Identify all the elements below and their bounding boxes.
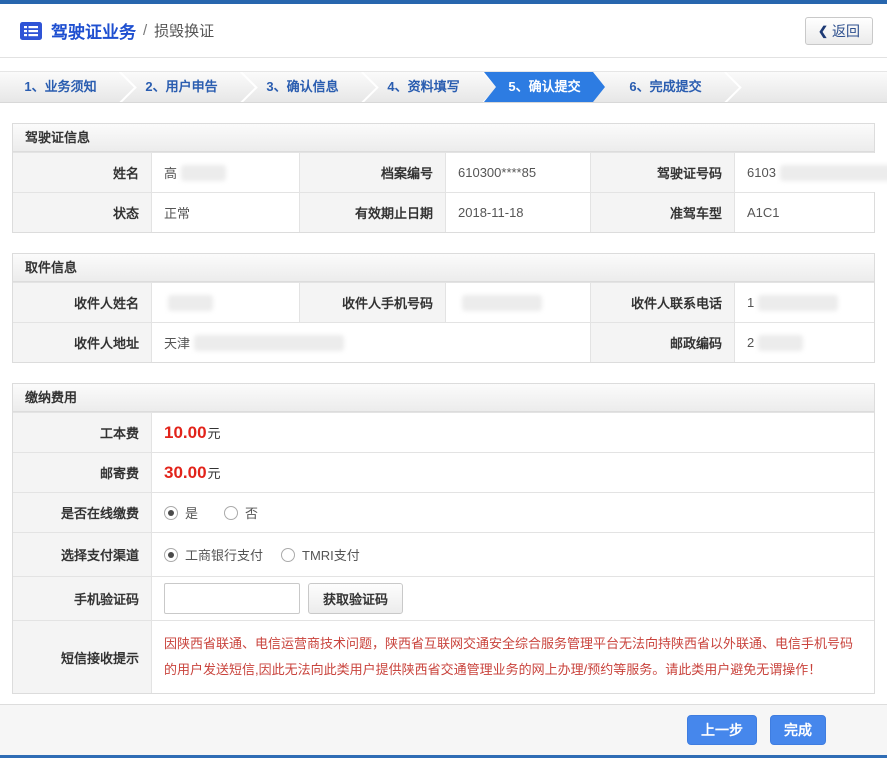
breadcrumb-current: 损毁换证 xyxy=(154,23,215,40)
production-fee-amount: 10.00 xyxy=(164,422,207,442)
production-fee-unit: 元 xyxy=(207,426,221,441)
step-5-confirm-submit-active: 5、确认提交 xyxy=(484,72,605,102)
license-number-value: 6103 xyxy=(734,153,887,192)
footer-action-bar: 上一步 完成 xyxy=(0,704,887,755)
redacted-blur xyxy=(758,294,839,311)
license-section-title: 驾驶证信息 xyxy=(13,124,874,152)
radio-channel-tmri[interactable]: TMRI支付 xyxy=(281,545,360,564)
table-row: 是否在线缴费 是 否 xyxy=(13,492,874,532)
name-label: 姓名 xyxy=(13,153,151,192)
table-row: 姓名 高 档案编号 610300****85 驾驶证号码 6103 xyxy=(13,152,887,192)
radio-channel-icbc[interactable]: 工商银行支付 xyxy=(164,545,263,564)
postage-fee-unit: 元 xyxy=(207,466,221,481)
page-header: 驾驶证业务 / 损毁换证 ❮ 返回 xyxy=(0,4,887,58)
redacted-blur xyxy=(194,334,345,351)
online-payment-label: 是否在线缴费 xyxy=(13,493,151,532)
sms-tip-text: 因陕西省联通、电信运营商技术问题，陕西省互联网交通安全综合服务管理平台无法向持陕… xyxy=(164,636,854,677)
postage-fee-value: 30.00 元 xyxy=(151,453,874,492)
redacted-blur xyxy=(168,294,213,311)
name-value: 高 xyxy=(151,153,299,192)
redacted-blur xyxy=(462,294,542,311)
table-row: 选择支付渠道 工商银行支付 TMRI支付 xyxy=(13,532,874,576)
radio-online-yes[interactable]: 是 xyxy=(164,503,198,522)
finish-button[interactable]: 完成 xyxy=(770,715,826,745)
sms-code-label: 手机验证码 xyxy=(13,577,151,620)
recipient-phone-value: 1 xyxy=(734,283,874,322)
step-1-business-notice: 1、业务须知 xyxy=(0,72,121,102)
vehicle-class-value: A1C1 xyxy=(734,193,874,232)
breadcrumb-separator: / xyxy=(143,22,148,39)
postage-fee-label: 邮寄费 xyxy=(13,453,151,492)
radio-online-no[interactable]: 否 xyxy=(224,503,258,522)
status-label: 状态 xyxy=(13,193,151,232)
step-6-finish-submit: 6、完成提交 xyxy=(605,72,726,102)
table-row: 收件人姓名 收件人手机号码 收件人联系电话 1 xyxy=(13,282,874,322)
recipient-name-label: 收件人姓名 xyxy=(13,283,151,322)
production-fee-value: 10.00 元 xyxy=(151,413,874,452)
license-info-section: 驾驶证信息 姓名 高 档案编号 610300****85 驾驶证号码 6103 … xyxy=(12,123,887,233)
radio-online-yes-label: 是 xyxy=(185,506,199,521)
radio-unchecked-icon[interactable] xyxy=(281,547,296,562)
status-value: 正常 xyxy=(151,193,299,232)
sms-tip-cell: 因陕西省联通、电信运营商技术问题，陕西省互联网交通安全综合服务管理平台无法向持陕… xyxy=(151,621,874,693)
file-number-value: 610300****85 xyxy=(445,153,590,192)
radio-checked-icon[interactable] xyxy=(164,547,178,562)
pickup-info-section: 取件信息 收件人姓名 收件人手机号码 收件人联系电话 1 收件人地址 天津 邮政… xyxy=(12,253,875,363)
get-sms-code-button[interactable]: 获取验证码 xyxy=(308,583,404,614)
recipient-address-value: 天津 xyxy=(151,323,590,362)
back-button[interactable]: ❮ 返回 xyxy=(804,17,873,45)
radio-online-no-label: 否 xyxy=(245,506,259,521)
list-form-icon xyxy=(20,21,42,40)
postal-code-value: 2 xyxy=(734,323,874,362)
radio-channel-tmri-label: TMRI支付 xyxy=(302,548,360,563)
recipient-mobile-value xyxy=(445,283,590,322)
radio-channel-icbc-label: 工商银行支付 xyxy=(185,548,264,563)
payment-channel-label: 选择支付渠道 xyxy=(13,533,151,576)
step-3-confirm-info: 3、确认信息 xyxy=(242,72,363,102)
table-row: 邮寄费 30.00 元 xyxy=(13,452,874,492)
recipient-name-value xyxy=(151,283,299,322)
recipient-address-label: 收件人地址 xyxy=(13,323,151,362)
previous-step-button[interactable]: 上一步 xyxy=(687,715,757,745)
pickup-section-title: 取件信息 xyxy=(13,254,874,282)
postage-fee-amount: 30.00 xyxy=(164,462,207,482)
vehicle-class-label: 准驾车型 xyxy=(590,193,734,232)
step-4-fill-materials: 4、资料填写 xyxy=(363,72,484,102)
table-row: 收件人地址 天津 邮政编码 2 xyxy=(13,322,874,362)
wizard-step-bar: 1、业务须知 2、用户申告 3、确认信息 4、资料填写 5、确认提交 6、完成提… xyxy=(0,71,887,103)
file-number-label: 档案编号 xyxy=(299,153,445,192)
online-payment-options: 是 否 xyxy=(151,493,874,532)
expiry-date-label: 有效期止日期 xyxy=(299,193,445,232)
redacted-blur xyxy=(758,334,804,351)
production-fee-label: 工本费 xyxy=(13,413,151,452)
expiry-date-value: 2018-11-18 xyxy=(445,193,590,232)
table-row: 状态 正常 有效期止日期 2018-11-18 准驾车型 A1C1 xyxy=(13,192,874,232)
page-title: 驾驶证业务 xyxy=(51,23,136,42)
table-row: 短信接收提示 因陕西省联通、电信运营商技术问题，陕西省互联网交通安全综合服务管理… xyxy=(13,620,874,693)
step-2-user-declaration: 2、用户申告 xyxy=(121,72,242,102)
radio-checked-icon[interactable] xyxy=(164,505,178,520)
table-row: 工本费 10.00 元 xyxy=(13,412,874,452)
back-chevron-icon: ❮ xyxy=(817,24,828,38)
back-button-label: 返回 xyxy=(832,23,860,39)
redacted-blur xyxy=(181,164,227,181)
postal-code-label: 邮政编码 xyxy=(590,323,734,362)
payment-section-title: 缴纳费用 xyxy=(13,384,874,412)
sms-code-field: 获取验证码 xyxy=(151,577,874,620)
radio-unchecked-icon[interactable] xyxy=(224,505,239,520)
recipient-mobile-label: 收件人手机号码 xyxy=(299,283,445,322)
sms-code-input[interactable] xyxy=(164,583,300,614)
license-number-label: 驾驶证号码 xyxy=(590,153,734,192)
sms-tip-label: 短信接收提示 xyxy=(13,621,151,693)
recipient-phone-label: 收件人联系电话 xyxy=(590,283,734,322)
payment-section: 缴纳费用 工本费 10.00 元 邮寄费 30.00 元 是否在线缴费 是 否 xyxy=(12,383,875,694)
redacted-blur xyxy=(779,164,887,181)
table-row: 手机验证码 获取验证码 xyxy=(13,576,874,620)
payment-channel-options: 工商银行支付 TMRI支付 xyxy=(151,533,874,576)
bottom-gap xyxy=(0,758,887,763)
